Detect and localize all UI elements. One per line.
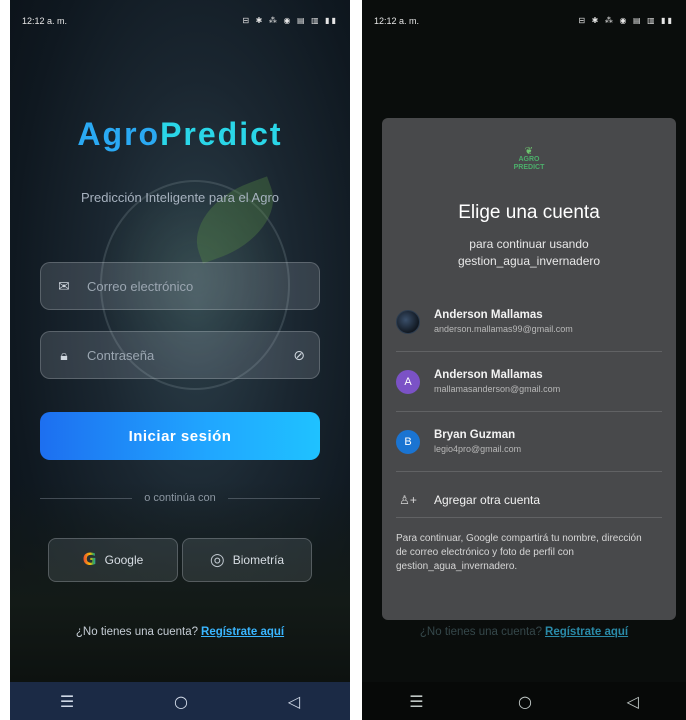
- divider: o continúa con: [40, 492, 320, 504]
- status-bar: 12:12 a. m. ⊟ ✱ ⁂ ◉ ▤ ▥ ▮▮: [10, 0, 350, 40]
- app-title-part2: Predict: [160, 116, 283, 152]
- add-person-icon: ♙+: [399, 492, 417, 507]
- password-placeholder: Contraseña: [87, 347, 155, 363]
- account-item[interactable]: B Bryan Guzman legio4pro@gmail.com: [396, 412, 662, 472]
- account-name: Anderson Mallamas: [434, 369, 543, 381]
- app-title: AgroPredict: [10, 116, 350, 153]
- account-email: mallamasanderson@gmail.com: [434, 384, 561, 394]
- signup-prompt-text: ¿No tienes una cuenta?: [75, 626, 199, 638]
- status-time: 12:12 a. m.: [374, 16, 420, 26]
- nav-bar: ☰ ○ ◁: [362, 682, 686, 720]
- account-item[interactable]: A Anderson Mallamas mallamasanderson@gma…: [396, 352, 662, 412]
- login-button[interactable]: Iniciar sesión: [40, 412, 320, 460]
- status-time: 12:12 a. m.: [22, 16, 68, 26]
- account-chooser-dialog: ❦ AGRO PREDICT Elige una cuenta para con…: [382, 118, 676, 620]
- account-email: anderson.mallamas99@gmail.com: [434, 324, 573, 334]
- app-subtitle: Predicción Inteligente para el Agro: [80, 190, 279, 205]
- logo-text-1: AGRO: [518, 156, 540, 163]
- home-icon[interactable]: ○: [174, 692, 188, 711]
- menu-icon[interactable]: ☰: [409, 692, 423, 711]
- divider-line-right: [227, 497, 320, 499]
- google-button-label: Google: [104, 553, 144, 567]
- status-bar: 12:12 a. m. ⊟ ✱ ⁂ ◉ ▤ ▥ ▮▮: [362, 0, 686, 40]
- google-icon: G: [82, 550, 97, 570]
- status-icons: ⊟ ✱ ⁂ ◉ ▤ ▥ ▮▮: [242, 16, 338, 25]
- google-button[interactable]: G Google: [48, 538, 178, 582]
- status-icons: ⊟ ✱ ⁂ ◉ ▤ ▥ ▮▮: [578, 16, 674, 25]
- password-field[interactable]: 🔒︎ Contraseña ⊘: [40, 331, 320, 379]
- biometric-button-label: Biometría: [232, 553, 285, 567]
- menu-icon[interactable]: ☰: [60, 692, 74, 711]
- home-icon[interactable]: ○: [518, 692, 532, 711]
- email-field[interactable]: ✉ Correo electrónico: [40, 262, 320, 310]
- avatar: A: [396, 369, 420, 394]
- signup-prompt: ¿No tienes una cuenta? Regístrate aquí: [10, 626, 350, 638]
- eye-off-icon[interactable]: ⊘: [293, 347, 305, 364]
- dialog-title: Elige una cuenta: [458, 202, 600, 223]
- lock-icon: 🔒︎: [60, 346, 68, 363]
- email-placeholder: Correo electrónico: [87, 278, 194, 294]
- account-item[interactable]: Anderson Mallamas anderson.mallamas99@gm…: [396, 292, 662, 352]
- divider-text: o continúa con: [144, 492, 216, 504]
- add-account-button[interactable]: ♙+ Agregar otra cuenta: [396, 482, 662, 518]
- login-screen: 12:12 a. m. ⊟ ✱ ⁂ ◉ ▤ ▥ ▮▮ AgroPredict P…: [10, 0, 350, 720]
- dialog-subtitle: para continuar usando gestion_agua_inver…: [382, 236, 676, 270]
- signup-prompt: ¿No tienes una cuenta? Regístrate aquí: [362, 626, 686, 638]
- account-chooser-screen: 12:12 a. m. ⊟ ✱ ⁂ ◉ ▤ ▥ ▮▮ ❦ AGRO PREDIC…: [362, 0, 686, 720]
- sprout-icon: ❦: [524, 146, 534, 157]
- add-account-label: Agregar otra cuenta: [434, 492, 541, 507]
- soil-background-image: [10, 482, 350, 682]
- signup-link[interactable]: Regístrate aquí: [201, 626, 284, 638]
- fingerprint-icon: ◎: [209, 550, 225, 569]
- back-icon[interactable]: ◁: [288, 692, 300, 711]
- disclaimer-text: Para continuar, Google compartirá tu nom…: [396, 533, 642, 572]
- mail-icon: ✉: [58, 277, 70, 294]
- dialog-subtitle-line2: gestion_agua_invernadero: [457, 254, 601, 268]
- account-name: Bryan Guzman: [434, 429, 516, 441]
- divider-line-left: [40, 497, 133, 499]
- signup-prompt-text: ¿No tienes una cuenta?: [419, 626, 543, 638]
- biometric-button[interactable]: ◎ Biometría: [182, 538, 312, 582]
- nav-bar: ☰ ○ ◁: [10, 682, 350, 720]
- signup-link: Regístrate aquí: [545, 626, 629, 638]
- account-name: Anderson Mallamas: [434, 309, 543, 321]
- app-logo: ❦ AGRO PREDICT: [382, 146, 676, 172]
- avatar: [396, 309, 420, 334]
- app-title-part1: Agro: [77, 116, 161, 152]
- back-icon[interactable]: ◁: [626, 692, 638, 711]
- avatar: B: [396, 429, 420, 454]
- account-email: legio4pro@gmail.com: [434, 444, 522, 454]
- dialog-subtitle-line1: para continuar usando: [469, 237, 589, 251]
- logo-text-2: PREDICT: [513, 164, 545, 171]
